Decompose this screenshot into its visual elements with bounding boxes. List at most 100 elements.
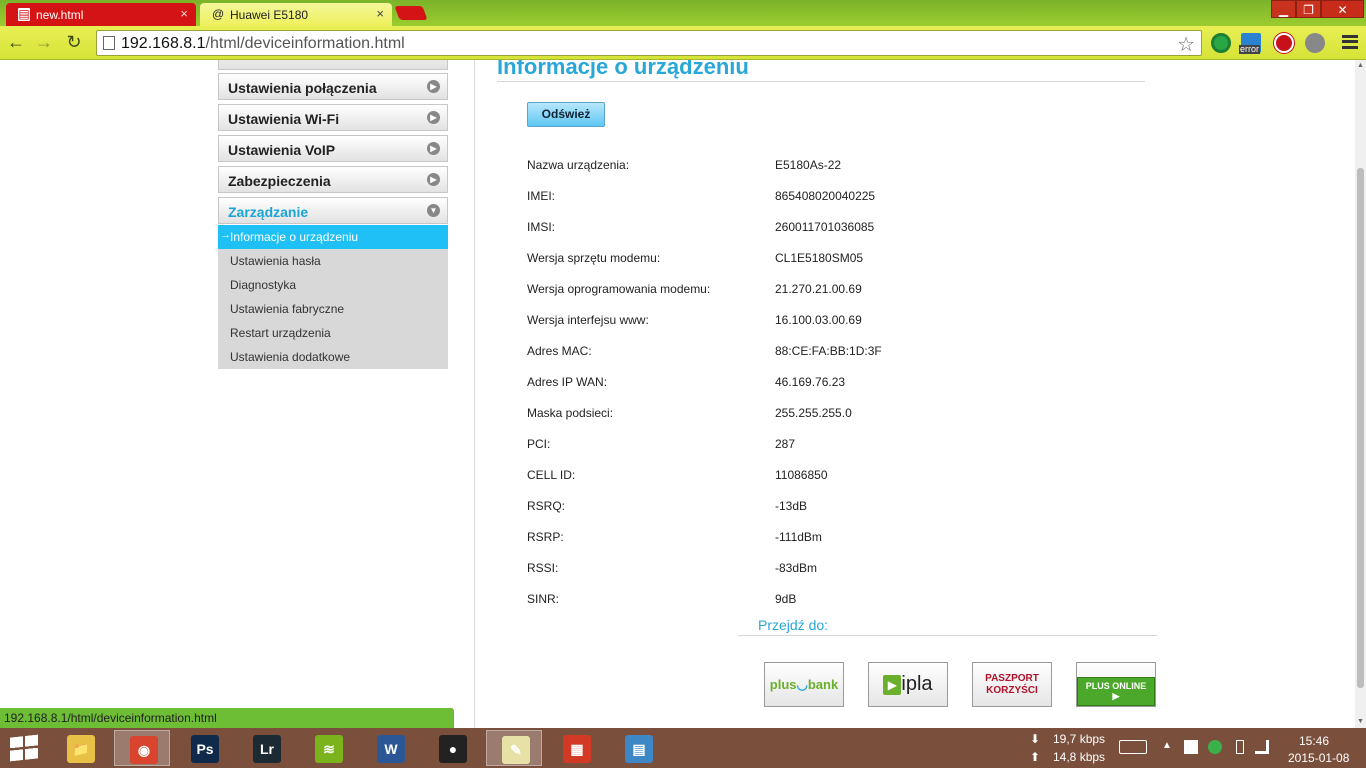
info-label: Adres IP WAN: — [527, 375, 608, 389]
sidebar-item-voip-settings[interactable]: Ustawienia VoIP ▶ — [218, 135, 448, 162]
network-flag-icon[interactable] — [1184, 740, 1198, 754]
extension-film-icon[interactable] — [1305, 33, 1325, 53]
upload-speed: 14,8 kbps — [1053, 750, 1106, 764]
info-value: 46.169.76.23 — [775, 375, 846, 389]
plus-online-link[interactable]: PLUS ONLINE ▶ — [1076, 662, 1156, 707]
info-value: 88:CE:FA:BB:1D:3F — [775, 344, 882, 358]
submenu-item-diagnostics[interactable]: Diagnostyka — [218, 273, 448, 297]
media-player-icon: ● — [439, 735, 467, 763]
taskbar-chrome[interactable]: ◉ — [114, 730, 170, 766]
taskbar-spotify[interactable]: ≋ — [300, 730, 356, 766]
browser-toolbar: ← → ↻ 192.168.8.1/html/deviceinformation… — [0, 26, 1366, 60]
tab-new-html[interactable]: ▤ new.html × — [6, 3, 196, 26]
plus-bank-link[interactable]: plus◡bank — [764, 662, 844, 707]
reload-icon[interactable]: ↻ — [64, 32, 84, 52]
management-submenu: → Informacje o urządzeniu Ustawienia has… — [218, 225, 448, 369]
extension-stop-icon[interactable] — [1274, 33, 1294, 53]
address-bar[interactable]: 192.168.8.1/html/deviceinformation.html … — [96, 30, 1202, 56]
signal-icon[interactable] — [1255, 740, 1269, 754]
forward-arrow-icon[interactable]: → — [34, 32, 54, 52]
chevron-right-icon: ▶ — [427, 142, 440, 155]
goto-label: Przejdź do: — [758, 617, 829, 633]
taskbar-control-panel[interactable]: ▤ — [610, 730, 666, 766]
submenu-item-device-info[interactable]: → Informacje o urządzeniu — [218, 225, 448, 249]
tab-huawei[interactable]: @ Huawei E5180 × — [200, 3, 392, 26]
new-tab-button[interactable] — [394, 6, 428, 20]
extension-error-icon[interactable]: error — [1239, 33, 1261, 54]
clock-date[interactable]: 2015-01-08 — [1288, 751, 1349, 765]
taskbar-media-player[interactable]: ● — [424, 730, 480, 766]
sidebar-item-security[interactable]: Zabezpieczenia ▶ — [218, 166, 448, 193]
info-label: Wersja interfejsu www: — [527, 313, 649, 327]
tab-close-icon[interactable]: × — [180, 6, 188, 21]
recycle-icon[interactable] — [1208, 740, 1222, 754]
taskbar-notepad[interactable]: ✎ — [486, 730, 542, 766]
file-explorer-icon: 📁 — [67, 735, 95, 763]
maximize-button[interactable]: ❐ — [1296, 0, 1321, 18]
scroll-thumb[interactable] — [1357, 168, 1364, 688]
sidebar-item-wifi-settings[interactable]: Ustawienia Wi-Fi ▶ — [218, 104, 448, 131]
info-value: 21.270.21.00.69 — [775, 282, 862, 296]
taskbar-word[interactable]: W — [362, 730, 418, 766]
windows-logo-icon — [10, 734, 38, 762]
info-label: Nazwa urządzenia: — [527, 158, 630, 172]
play-icon: ▶ — [883, 674, 902, 695]
info-label: Adres MAC: — [527, 344, 592, 358]
chevron-right-icon: ▶ — [427, 80, 440, 93]
clock-time[interactable]: 15:46 — [1299, 734, 1329, 748]
tab-label: Huawei E5180 — [230, 8, 309, 22]
scroll-up-icon[interactable]: ▲ — [1357, 62, 1364, 70]
chevron-right-icon: ▶ — [427, 173, 440, 186]
submenu-item-factory-reset[interactable]: Ustawienia fabryczne — [218, 297, 448, 321]
hamburger-menu-icon[interactable] — [1342, 35, 1358, 49]
extension-green-circle-icon[interactable] — [1211, 33, 1231, 53]
keyboard-icon[interactable] — [1119, 740, 1147, 754]
taskbar-lightroom[interactable]: Lr — [238, 730, 294, 766]
chevron-right-icon: ▶ — [427, 111, 440, 124]
chrome-icon: ◉ — [130, 736, 158, 764]
battery-icon[interactable] — [1236, 740, 1244, 754]
info-value: 255.255.255.0 — [775, 406, 852, 420]
url-text[interactable]: 192.168.8.1/html/deviceinformation.html — [121, 35, 405, 53]
download-speed: 19,7 kbps — [1053, 732, 1106, 746]
paszport-korzysci-link[interactable]: PASZPORT KORZYŚCI — [972, 662, 1052, 707]
sidebar-item-connection-settings[interactable]: Ustawienia połączenia ▶ — [218, 73, 448, 100]
back-arrow-icon[interactable]: ← — [6, 32, 26, 52]
close-window-button[interactable]: ✕ — [1321, 0, 1364, 18]
taskbar-windows-app[interactable]: ▦ — [548, 730, 604, 766]
bookmark-star-icon[interactable]: ☆ — [1177, 32, 1195, 57]
photoshop-icon: Ps — [191, 735, 219, 763]
spotify-icon: ≋ — [315, 735, 343, 763]
submenu-item-additional-settings[interactable]: Ustawienia dodatkowe — [218, 345, 448, 369]
tab-close-icon[interactable]: × — [376, 6, 384, 21]
chevron-down-icon: ▼ — [427, 204, 440, 217]
page-icon — [103, 36, 115, 50]
browser-title-bar: ▤ new.html × @ Huawei E5180 × ▁ ❐ ✕ — [0, 0, 1366, 26]
info-value: 287 — [775, 437, 796, 451]
minimize-button[interactable]: ▁ — [1271, 0, 1296, 18]
submenu-item-password[interactable]: Ustawienia hasła — [218, 249, 448, 273]
taskbar-photoshop[interactable]: Ps — [176, 730, 232, 766]
tray-expand-icon[interactable]: ▲ — [1162, 740, 1172, 751]
at-sign-icon: @ — [212, 7, 225, 21]
info-label: SINR: — [527, 592, 560, 606]
ipla-link[interactable]: ▶ ipla — [868, 662, 948, 707]
info-label: PCI: — [527, 437, 551, 451]
windows-taskbar: 📁 ◉ Ps Lr ≋ W ● ✎ ▦ ▤ ⬇ 19,7 kbps ⬆ 14,8 kbps ▲ 1… — [0, 728, 1366, 768]
submenu-item-restart[interactable]: Restart urządzenia — [218, 321, 448, 345]
notepad-icon: ✎ — [502, 736, 530, 764]
vertical-scrollbar[interactable]: ▲ ▼ — [1355, 60, 1366, 728]
refresh-button[interactable]: Odśwież — [527, 102, 605, 127]
info-value: 16.100.03.00.69 — [775, 313, 862, 327]
sidebar-item-management[interactable]: Zarządzanie ▼ — [218, 197, 448, 224]
taskbar-file-explorer[interactable]: 📁 — [52, 730, 108, 766]
start-button[interactable] — [10, 734, 38, 762]
sidebar-item-cut-off[interactable] — [218, 60, 448, 70]
control-panel-icon: ▤ — [625, 735, 653, 763]
title-divider — [497, 81, 1145, 82]
arrow-right-icon: → — [220, 229, 231, 241]
scroll-down-icon[interactable]: ▼ — [1357, 718, 1364, 726]
content-divider — [474, 60, 475, 728]
document-icon: ▤ — [18, 7, 30, 21]
download-arrow-icon: ⬇ — [1030, 732, 1041, 746]
